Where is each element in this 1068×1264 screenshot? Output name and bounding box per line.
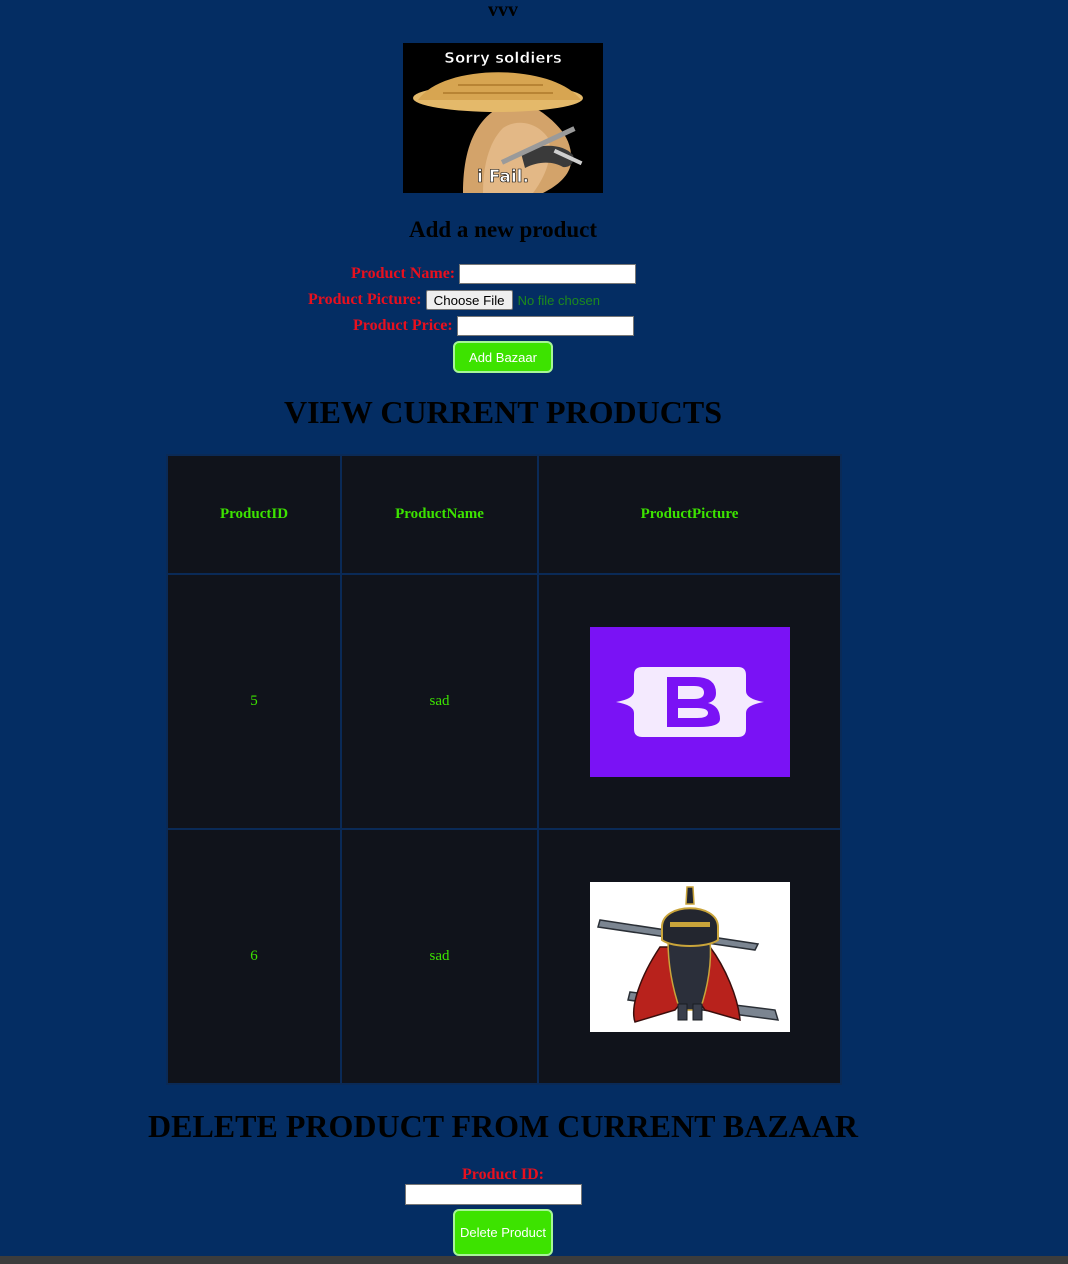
hero-caption-top: Sorry soldiers: [444, 49, 562, 67]
product-picture-row: Product Picture: Choose File No file cho…: [308, 289, 600, 311]
table-header-row: ProductID ProductName ProductPicture: [166, 454, 842, 575]
product-price-row: Product Price:: [353, 315, 634, 337]
product-price-input[interactable]: [456, 316, 634, 336]
bottom-scrollbar[interactable]: [0, 1256, 1068, 1264]
product-name-label: Product Name:: [351, 265, 456, 282]
delete-product-heading: DELETE PRODUCT FROM CURRENT BAZAAR: [148, 1108, 858, 1144]
product-name-row: Product Name:: [351, 263, 637, 285]
products-table: ProductID ProductName ProductPicture 5 s…: [166, 454, 842, 1085]
choose-file-button[interactable]: Choose File: [425, 290, 513, 310]
column-header: ProductID: [166, 454, 342, 575]
product-picture-label: Product Picture:: [308, 291, 422, 308]
add-product-heading: Add a new product: [408, 217, 598, 242]
add-bazaar-button[interactable]: Add Bazaar: [453, 341, 553, 373]
product-picture-cell: [537, 573, 842, 830]
product-price-label: Product Price:: [353, 317, 453, 334]
product-name-input[interactable]: [459, 264, 637, 284]
table-row: 6 sad: [166, 828, 842, 1085]
product-id-cell: 6: [166, 828, 342, 1085]
file-status-text: No file chosen: [517, 292, 600, 308]
product-id-input[interactable]: [405, 1184, 582, 1205]
product-id-cell: 5: [166, 573, 342, 830]
delete-product-button[interactable]: Delete Product: [453, 1209, 553, 1256]
page-top-title: vvv: [488, 0, 518, 16]
bootstrap-logo-image: [589, 626, 790, 777]
column-header: ProductPicture: [537, 454, 842, 575]
hero-meme-image: Sorry soldiers i Fail.: [403, 43, 603, 193]
product-name-cell: sad: [340, 573, 539, 830]
product-picture-cell: [537, 828, 842, 1085]
hero-caption-bottom: i Fail.: [477, 167, 529, 187]
table-row: 5 sad: [166, 573, 842, 830]
product-id-label: Product ID:: [462, 1166, 544, 1183]
armored-knight-image: [589, 881, 790, 1032]
product-name-cell: sad: [340, 828, 539, 1085]
view-products-heading: VIEW CURRENT PRODUCTS: [284, 394, 722, 430]
column-header: ProductName: [340, 454, 539, 575]
